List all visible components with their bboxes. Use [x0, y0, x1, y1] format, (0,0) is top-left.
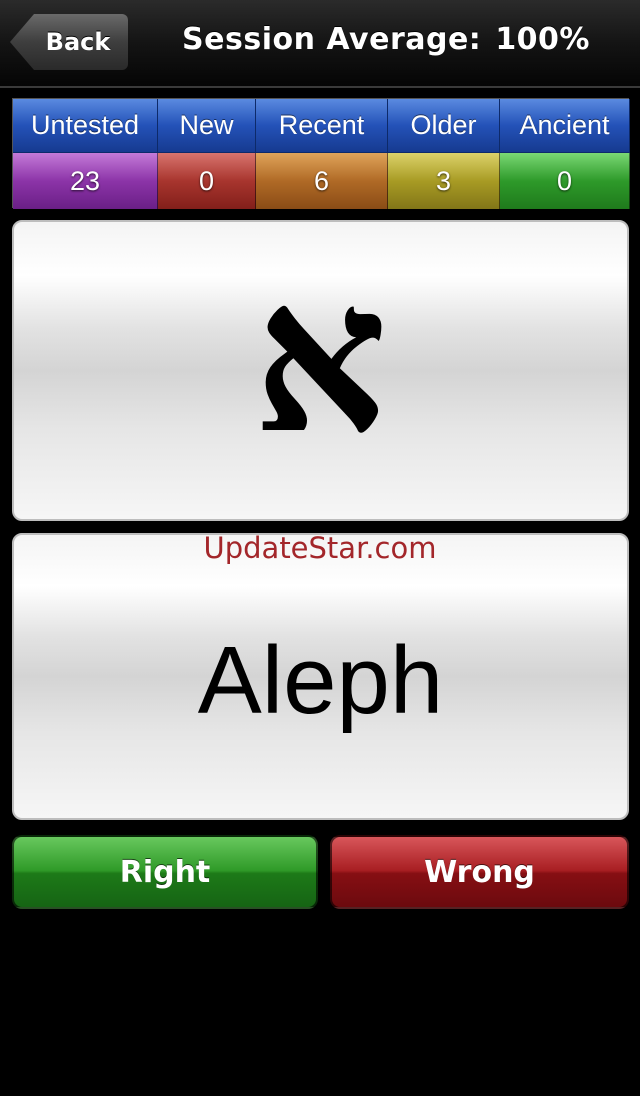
stat-header-older: Older [388, 99, 500, 153]
session-average-value: 100% [495, 22, 590, 57]
stat-count-ancient: 0 [500, 153, 630, 209]
right-button-label: Right [119, 854, 211, 890]
flashcard-question[interactable]: א [12, 220, 629, 521]
flashcard-answer[interactable]: Aleph [12, 533, 629, 820]
hebrew-letter: א [253, 233, 388, 480]
stat-count-untested: 23 [13, 153, 158, 209]
stat-header-untested: Untested [13, 99, 158, 153]
right-button[interactable]: Right [12, 835, 318, 909]
session-average-label: Session Average: [182, 22, 482, 57]
wrong-button-label: Wrong [424, 854, 535, 890]
stat-count-new: 0 [158, 153, 256, 209]
navigation-bar: Back Session Average: 100% [0, 0, 640, 88]
stats-grid: Untested New Recent Older Ancient 23 0 6… [12, 98, 630, 209]
stat-count-older: 3 [388, 153, 500, 209]
stat-header-new: New [158, 99, 256, 153]
letter-name: Aleph [197, 627, 444, 734]
wrong-button[interactable]: Wrong [330, 835, 629, 909]
stat-header-recent: Recent [256, 99, 388, 153]
watermark: UpdateStar.com [203, 531, 437, 565]
back-button-label: Back [45, 28, 111, 56]
back-button[interactable]: Back [10, 14, 128, 70]
stat-count-recent: 6 [256, 153, 388, 209]
session-average: Session Average: 100% [182, 22, 590, 66]
stat-header-ancient: Ancient [500, 99, 630, 153]
